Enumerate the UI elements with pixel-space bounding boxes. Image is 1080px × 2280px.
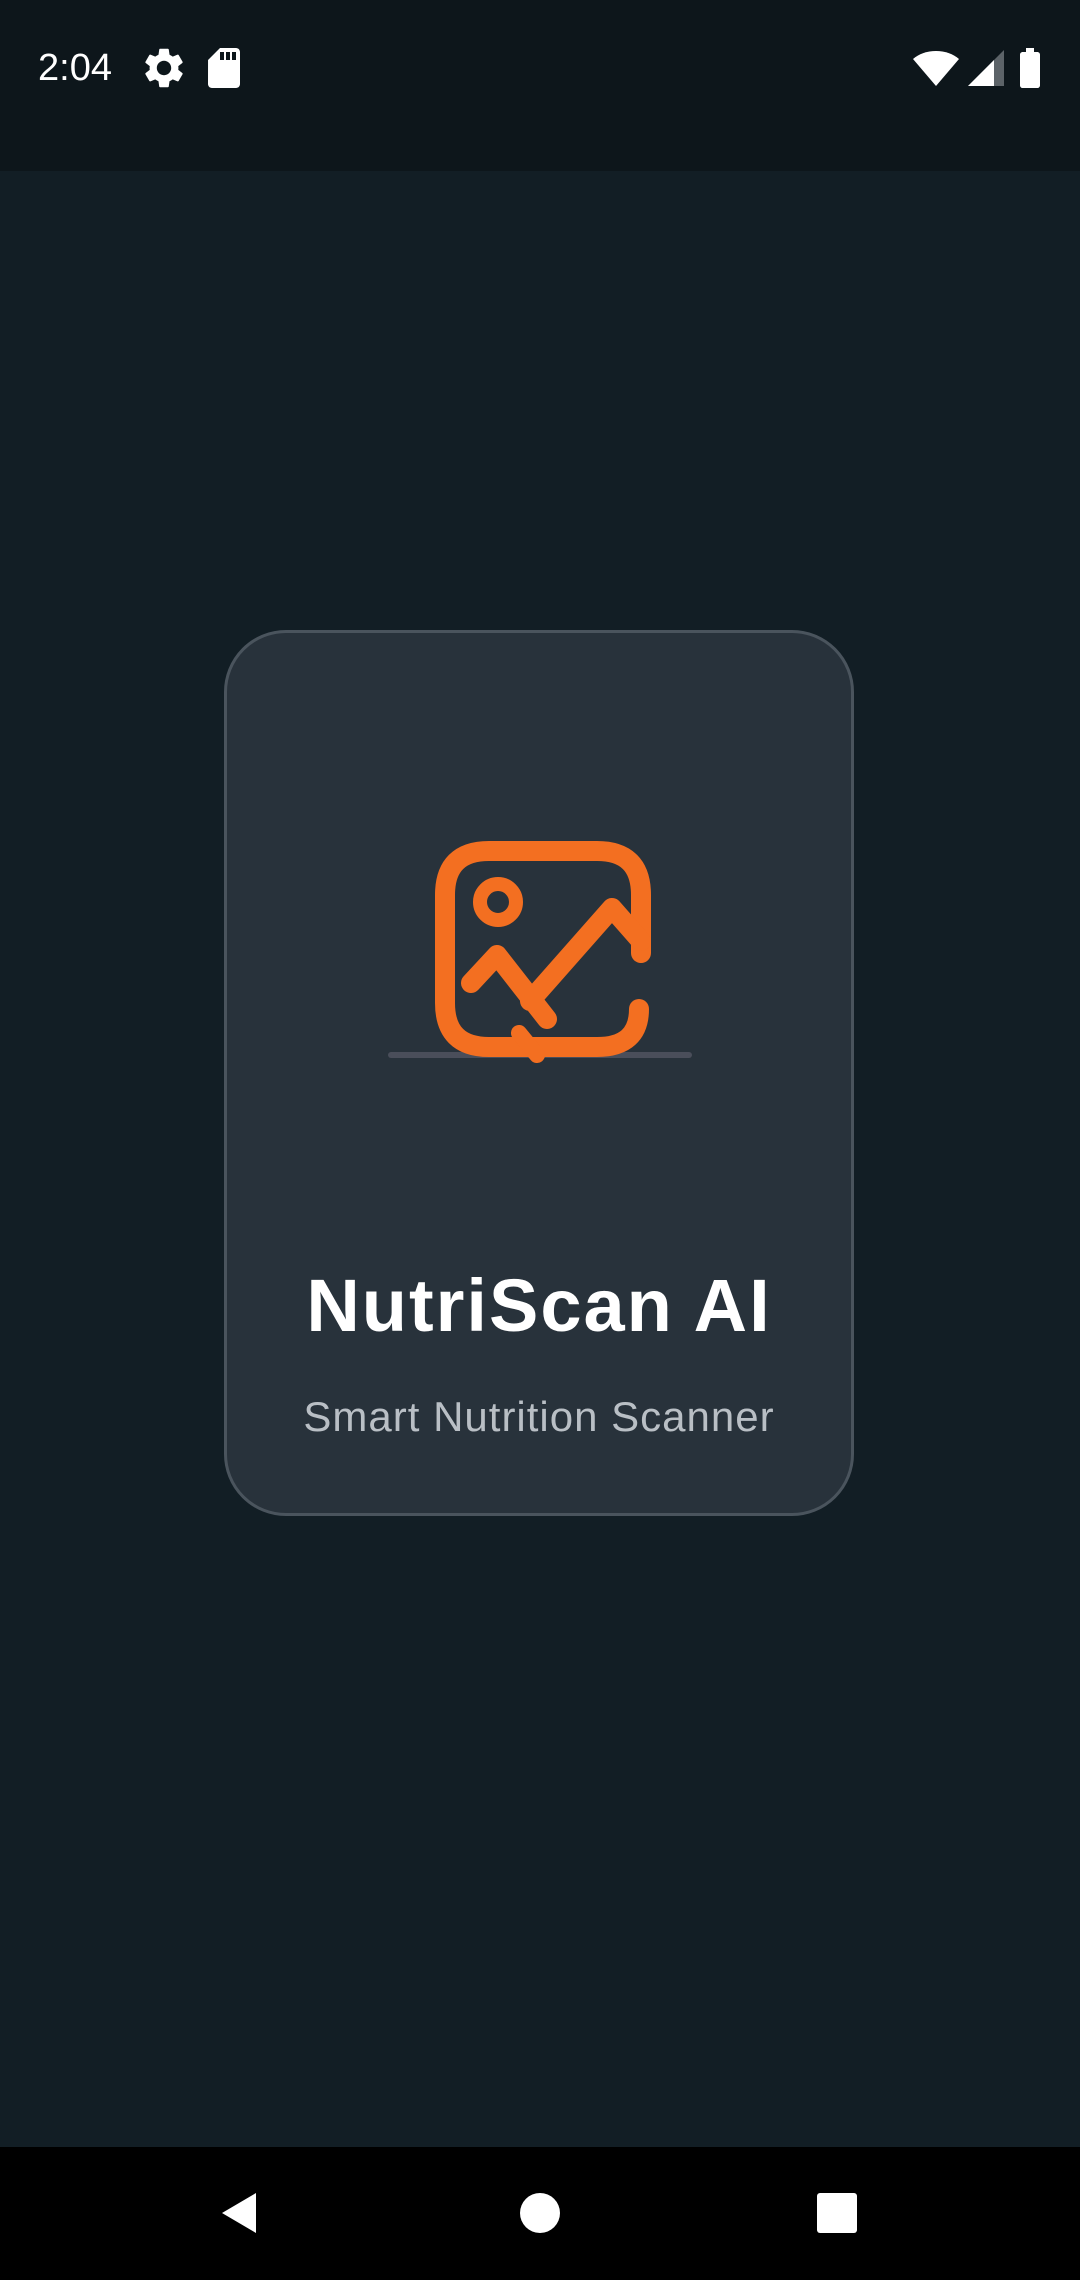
- app-subtitle: Smart Nutrition Scanner: [303, 1393, 775, 1440]
- sd-card-icon: [200, 44, 248, 92]
- splash-screen: 2:04 NutriScan AI Smart Nutrition Scanne…: [0, 0, 1080, 2280]
- home-icon[interactable]: [504, 2177, 576, 2249]
- gear-icon: [140, 44, 188, 92]
- app-title: NutriScan AI: [306, 1264, 772, 1347]
- status-bar: 2:04: [0, 0, 1080, 171]
- back-icon[interactable]: [204, 2177, 276, 2249]
- splash-card: NutriScan AI Smart Nutrition Scanner: [224, 630, 854, 1516]
- image-icon: [387, 833, 697, 1063]
- wifi-icon: [912, 44, 960, 92]
- recents-icon[interactable]: [801, 2177, 873, 2249]
- navigation-bar: [0, 2147, 1080, 2280]
- status-time: 2:04: [38, 47, 112, 89]
- battery-icon: [1006, 44, 1054, 92]
- cell-signal-icon: [962, 44, 1010, 92]
